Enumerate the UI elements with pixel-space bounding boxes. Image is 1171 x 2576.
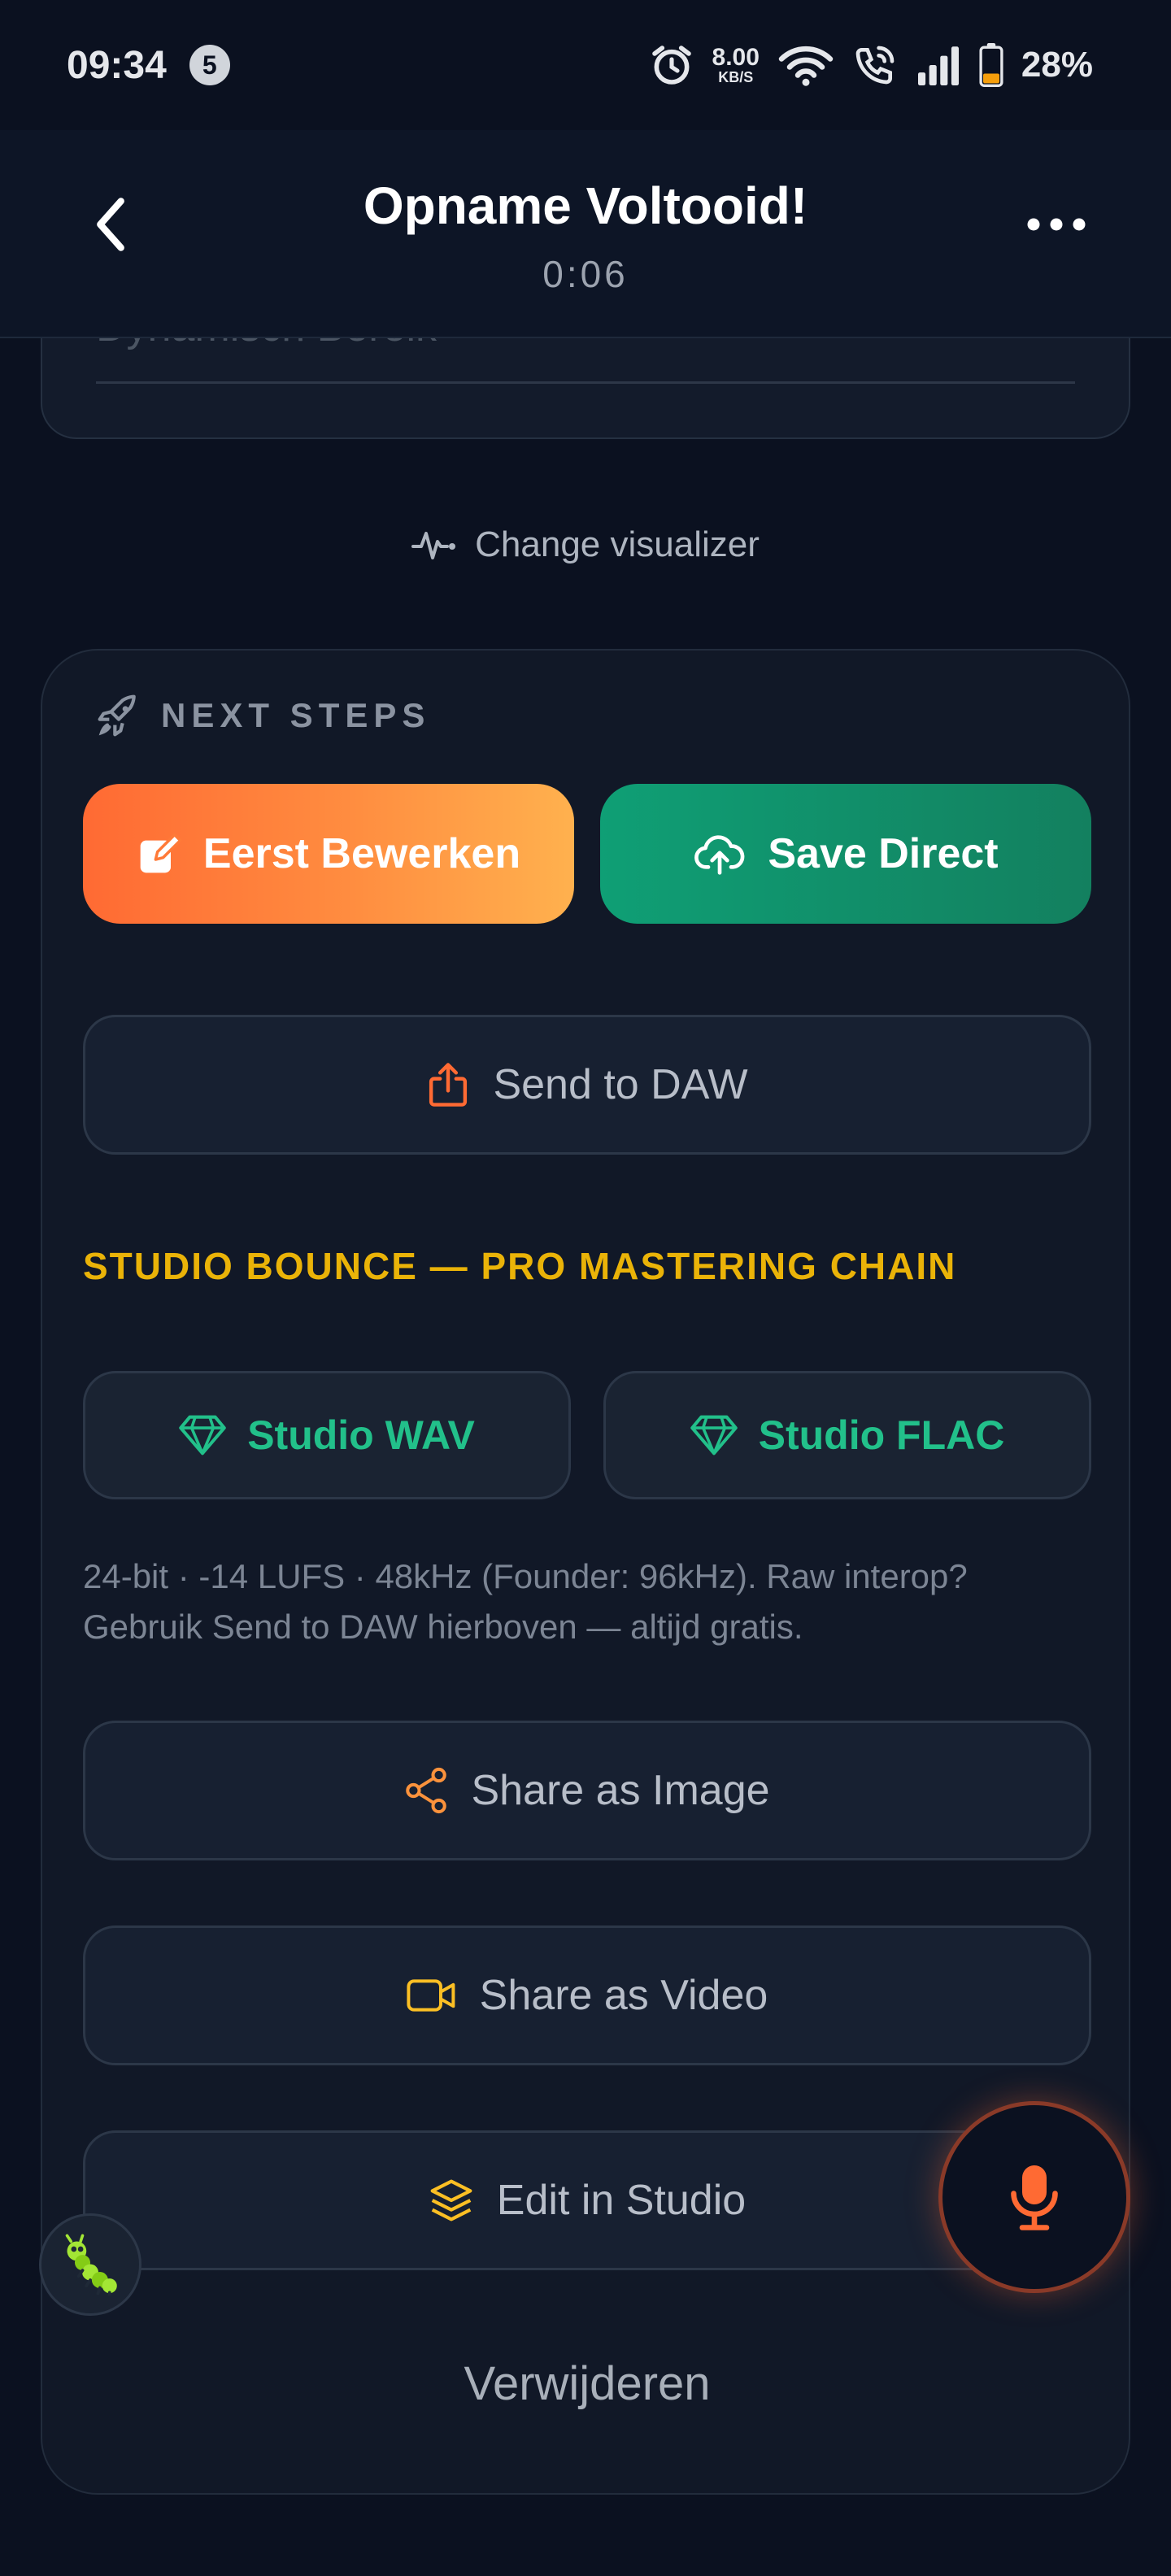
- diamond-icon: [690, 1415, 738, 1456]
- network-speed: 8.00 KB/S: [712, 44, 760, 85]
- edit-square-icon: [140, 833, 182, 873]
- recording-duration: 0:06: [542, 253, 629, 295]
- bug-report-button[interactable]: [39, 2213, 141, 2316]
- clock: 09:34: [67, 43, 167, 87]
- layers-icon: [430, 2179, 472, 2221]
- share-as-image-button[interactable]: Share as Image: [83, 1721, 1091, 1860]
- video-camera-icon: [407, 1979, 455, 2012]
- studio-flac-button[interactable]: Studio FLAC: [603, 1371, 1091, 1499]
- cloud-upload-icon: [694, 835, 745, 875]
- battery-icon: [979, 43, 1003, 87]
- battery-percent: 28%: [1021, 45, 1093, 85]
- pulse-icon: [411, 532, 456, 559]
- wifi-icon: [778, 46, 834, 86]
- microphone-icon: [1011, 2165, 1058, 2230]
- studio-wav-button[interactable]: Studio WAV: [83, 1371, 571, 1499]
- wifi-call-icon: [855, 46, 895, 85]
- more-options-button[interactable]: [1020, 192, 1093, 257]
- card-divider: [96, 381, 1075, 384]
- primary-actions-row: Eerst Bewerken Save Direct: [83, 784, 1091, 924]
- studio-wav-label: Studio WAV: [247, 1412, 475, 1458]
- record-mic-button[interactable]: [938, 2101, 1130, 2293]
- studio-note-line-2: Gebruik Send to DAW hierboven — altijd g…: [83, 1608, 803, 1646]
- page-title: Opname Voltooid!: [363, 176, 808, 235]
- bug-icon: [65, 2234, 117, 2295]
- share-as-video-label: Share as Video: [479, 1972, 768, 2019]
- more-horizontal-icon: [1027, 218, 1086, 231]
- studio-note-line-1: 24-bit · -14 LUFS · 48kHz (Founder: 96kH…: [83, 1557, 968, 1595]
- signal-icon: [917, 46, 959, 85]
- diamond-icon: [179, 1415, 226, 1456]
- status-bar: 09:34 5 8.00 KB/S 28%: [0, 0, 1171, 130]
- change-visualizer-label: Change visualizer: [475, 524, 760, 564]
- next-steps-heading: NEXT STEPS: [161, 696, 431, 734]
- save-direct-label: Save Direct: [768, 830, 999, 877]
- app-header: Opname Voltooid! 0:06: [0, 130, 1171, 338]
- edit-first-label: Eerst Bewerken: [202, 830, 521, 877]
- edit-first-button[interactable]: Eerst Bewerken: [83, 784, 574, 924]
- studio-bounce-heading: STUDIO BOUNCE — PRO MASTERING CHAIN: [83, 1245, 957, 1287]
- notification-badge: 5: [189, 45, 230, 85]
- next-steps-header: NEXT STEPS: [96, 693, 430, 738]
- share-upload-icon: [429, 1063, 468, 1107]
- studio-bounce-row: Studio WAV Studio FLAC: [83, 1371, 1091, 1499]
- studio-bounce-note: 24-bit · -14 LUFS · 48kHz (Founder: 96kH…: [83, 1551, 1091, 1652]
- share-nodes-icon: [406, 1767, 447, 1814]
- edit-in-studio-label: Edit in Studio: [496, 2177, 747, 2224]
- share-as-image-label: Share as Image: [471, 1767, 770, 1814]
- send-to-daw-button[interactable]: Send to DAW: [83, 1015, 1091, 1155]
- studio-flac-label: Studio FLAC: [758, 1412, 1005, 1458]
- change-visualizer-button[interactable]: Change visualizer: [0, 514, 1171, 576]
- save-direct-button[interactable]: Save Direct: [600, 784, 1091, 924]
- alarm-icon: [651, 46, 691, 85]
- share-as-video-button[interactable]: Share as Video: [83, 1925, 1091, 2065]
- send-to-daw-label: Send to DAW: [493, 1061, 748, 1108]
- delete-button[interactable]: Verwijderen: [42, 2356, 1132, 2411]
- rocket-icon: [98, 694, 136, 737]
